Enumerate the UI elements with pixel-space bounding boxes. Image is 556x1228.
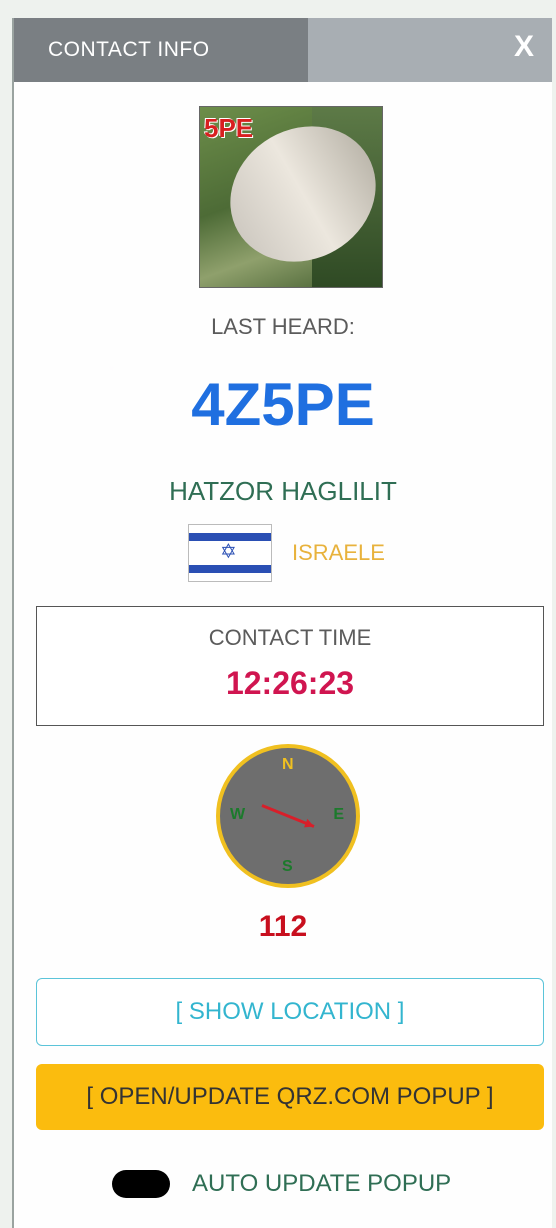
last-heard-label: LAST HEARD: (211, 314, 355, 339)
contact-time-label: CONTACT TIME (208, 625, 372, 650)
contact-info-panel: CONTACT INFO X 5PE LAST HEARD: 4Z5PE HAT… (12, 18, 552, 1228)
callsign: 4Z5PE (191, 371, 375, 438)
compass-north: N (282, 756, 294, 773)
city: HATZOR HAGLILIT (169, 476, 397, 506)
compass-east: E (333, 806, 344, 823)
show-location-button[interactable]: [ SHOW LOCATION ] (36, 978, 544, 1046)
contact-time-box: CONTACT TIME 12:26:23 (36, 606, 544, 726)
qrz-popup-button[interactable]: [ OPEN/UPDATE QRZ.COM POPUP ] (36, 1064, 544, 1130)
compass-icon: N W E S (216, 744, 360, 888)
compass-west: W (230, 806, 246, 823)
auto-update-row: AUTO UPDATE POPUP (112, 1170, 451, 1198)
contact-time-value: 12:26:23 (225, 665, 355, 701)
photo-callsign-overlay: 5PE (204, 113, 254, 143)
country-row: ✡ ISRAELE (188, 524, 385, 582)
compass-south: S (282, 858, 293, 875)
auto-update-label: AUTO UPDATE POPUP (192, 1170, 452, 1197)
bearing-value: 112 (258, 910, 308, 943)
panel-title: CONTACT INFO (14, 18, 308, 82)
station-photo: 5PE (199, 106, 383, 288)
close-icon[interactable]: X (514, 30, 534, 64)
israel-flag-icon: ✡ (188, 524, 272, 582)
panel-header: CONTACT INFO X (14, 18, 552, 82)
country-name: ISRAELE (292, 540, 385, 565)
auto-update-toggle[interactable] (112, 1170, 170, 1198)
